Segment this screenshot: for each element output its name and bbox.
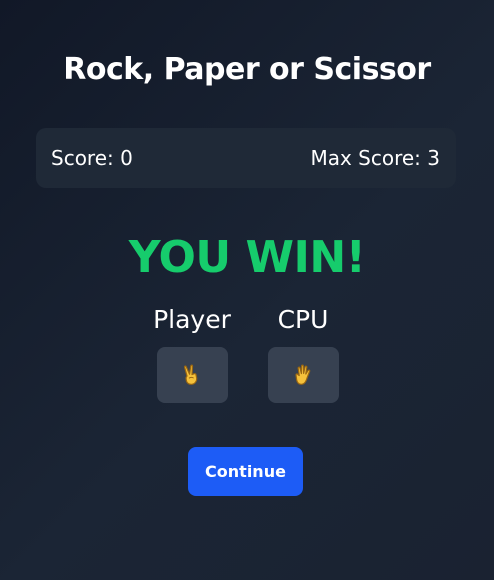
- max-score-display: Max Score: 3: [310, 146, 440, 170]
- player-choice-box: [156, 347, 228, 403]
- cpu-label: CPU: [277, 305, 329, 334]
- score-display: Score: 0: [51, 146, 133, 170]
- player-label: Player: [153, 305, 231, 334]
- cpu-choice-box: [267, 347, 339, 403]
- result-message: YOU WIN!: [128, 232, 366, 283]
- scoreboard: Score: 0 Max Score: 3: [36, 128, 456, 188]
- paper-hand-icon: [293, 364, 313, 386]
- scissors-hand-icon: [182, 364, 202, 386]
- player-column: Player: [132, 302, 252, 403]
- page-title: Rock, Paper or Scissor: [63, 52, 431, 87]
- cpu-column: CPU: [243, 302, 363, 403]
- game-screen: Rock, Paper or Scissor Score: 0 Max Scor…: [0, 0, 494, 580]
- continue-button[interactable]: Continue: [188, 447, 303, 496]
